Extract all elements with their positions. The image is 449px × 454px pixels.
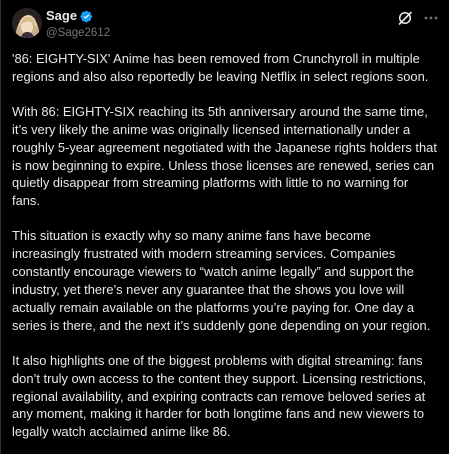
post-actions	[397, 10, 439, 26]
post-paragraph: It also highlights one of the biggest pr…	[12, 352, 427, 440]
author-info: Sage @Sage2612	[46, 8, 110, 41]
post-text: '86: EIGHTY-SIX' Anime has been removed …	[12, 50, 439, 441]
grok-icon[interactable]	[397, 10, 413, 26]
display-name[interactable]: Sage	[46, 8, 77, 24]
post-card: Sage @Sage2612 '86: EIGHTY-SIX' Anime ha…	[0, 0, 449, 454]
more-options-icon[interactable]	[423, 10, 439, 26]
author-handle[interactable]: @Sage2612	[46, 25, 110, 41]
post-header: Sage @Sage2612	[12, 4, 439, 50]
post-paragraph: '86: EIGHTY-SIX' Anime has been removed …	[12, 51, 429, 84]
avatar[interactable]	[12, 8, 42, 38]
post-paragraph: With 86: EIGHTY-SIX reaching its 5th ann…	[12, 103, 437, 209]
post-paragraph: This situation is exactly why so many an…	[12, 228, 431, 333]
verified-badge-icon	[80, 10, 93, 23]
name-row: Sage	[46, 8, 110, 24]
